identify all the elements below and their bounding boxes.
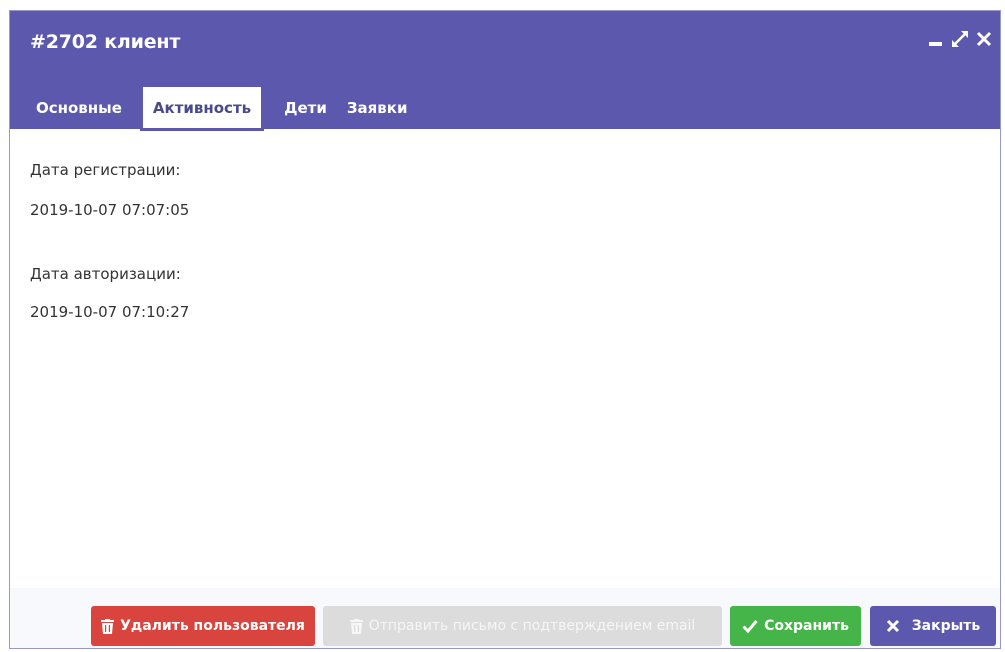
close-icon[interactable] [976, 31, 992, 47]
trash-icon [349, 618, 363, 634]
save-label: Сохранить [764, 618, 849, 634]
save-button[interactable]: Сохранить [730, 606, 861, 646]
delete-user-button[interactable]: Удалить пользователя [91, 606, 315, 646]
delete-user-label: Удалить пользователя [120, 618, 305, 634]
trash-icon [101, 618, 115, 634]
tab-requests[interactable]: Заявки [337, 86, 418, 129]
checkmark-icon [742, 620, 758, 633]
registration-date-value: 2019-10-07 07:07:05 [30, 201, 190, 219]
dialog-tabs: Основные Активность Дети Заявки [26, 82, 418, 131]
authorization-date-label: Дата авторизации: [30, 265, 181, 283]
window-controls [928, 29, 992, 49]
close-icon [886, 619, 899, 633]
tab-activity[interactable]: Активность [139, 84, 265, 131]
send-confirmation-email-button: Отправить письмо с подтверждением email [323, 606, 722, 646]
send-email-label: Отправить письмо с подтверждением email [368, 618, 696, 634]
maximize-icon[interactable] [950, 29, 970, 49]
client-dialog: #2702 клиент Основные Активность Дети За… [9, 10, 1001, 649]
registration-date-label: Дата регистрации: [30, 161, 181, 179]
dialog-header: #2702 клиент Основные Активность Дети За… [10, 11, 1000, 131]
minimize-icon[interactable] [928, 31, 944, 47]
close-label: Закрыть [911, 618, 981, 634]
dialog-footer: Удалить пользователя Отправить письмо с … [10, 588, 1000, 648]
tab-main[interactable]: Основные [26, 86, 132, 129]
tab-children[interactable]: Дети [274, 86, 337, 129]
close-button[interactable]: Закрыть [870, 606, 996, 646]
authorization-date-value: 2019-10-07 07:10:27 [30, 303, 190, 321]
dialog-title: #2702 клиент [30, 31, 181, 53]
